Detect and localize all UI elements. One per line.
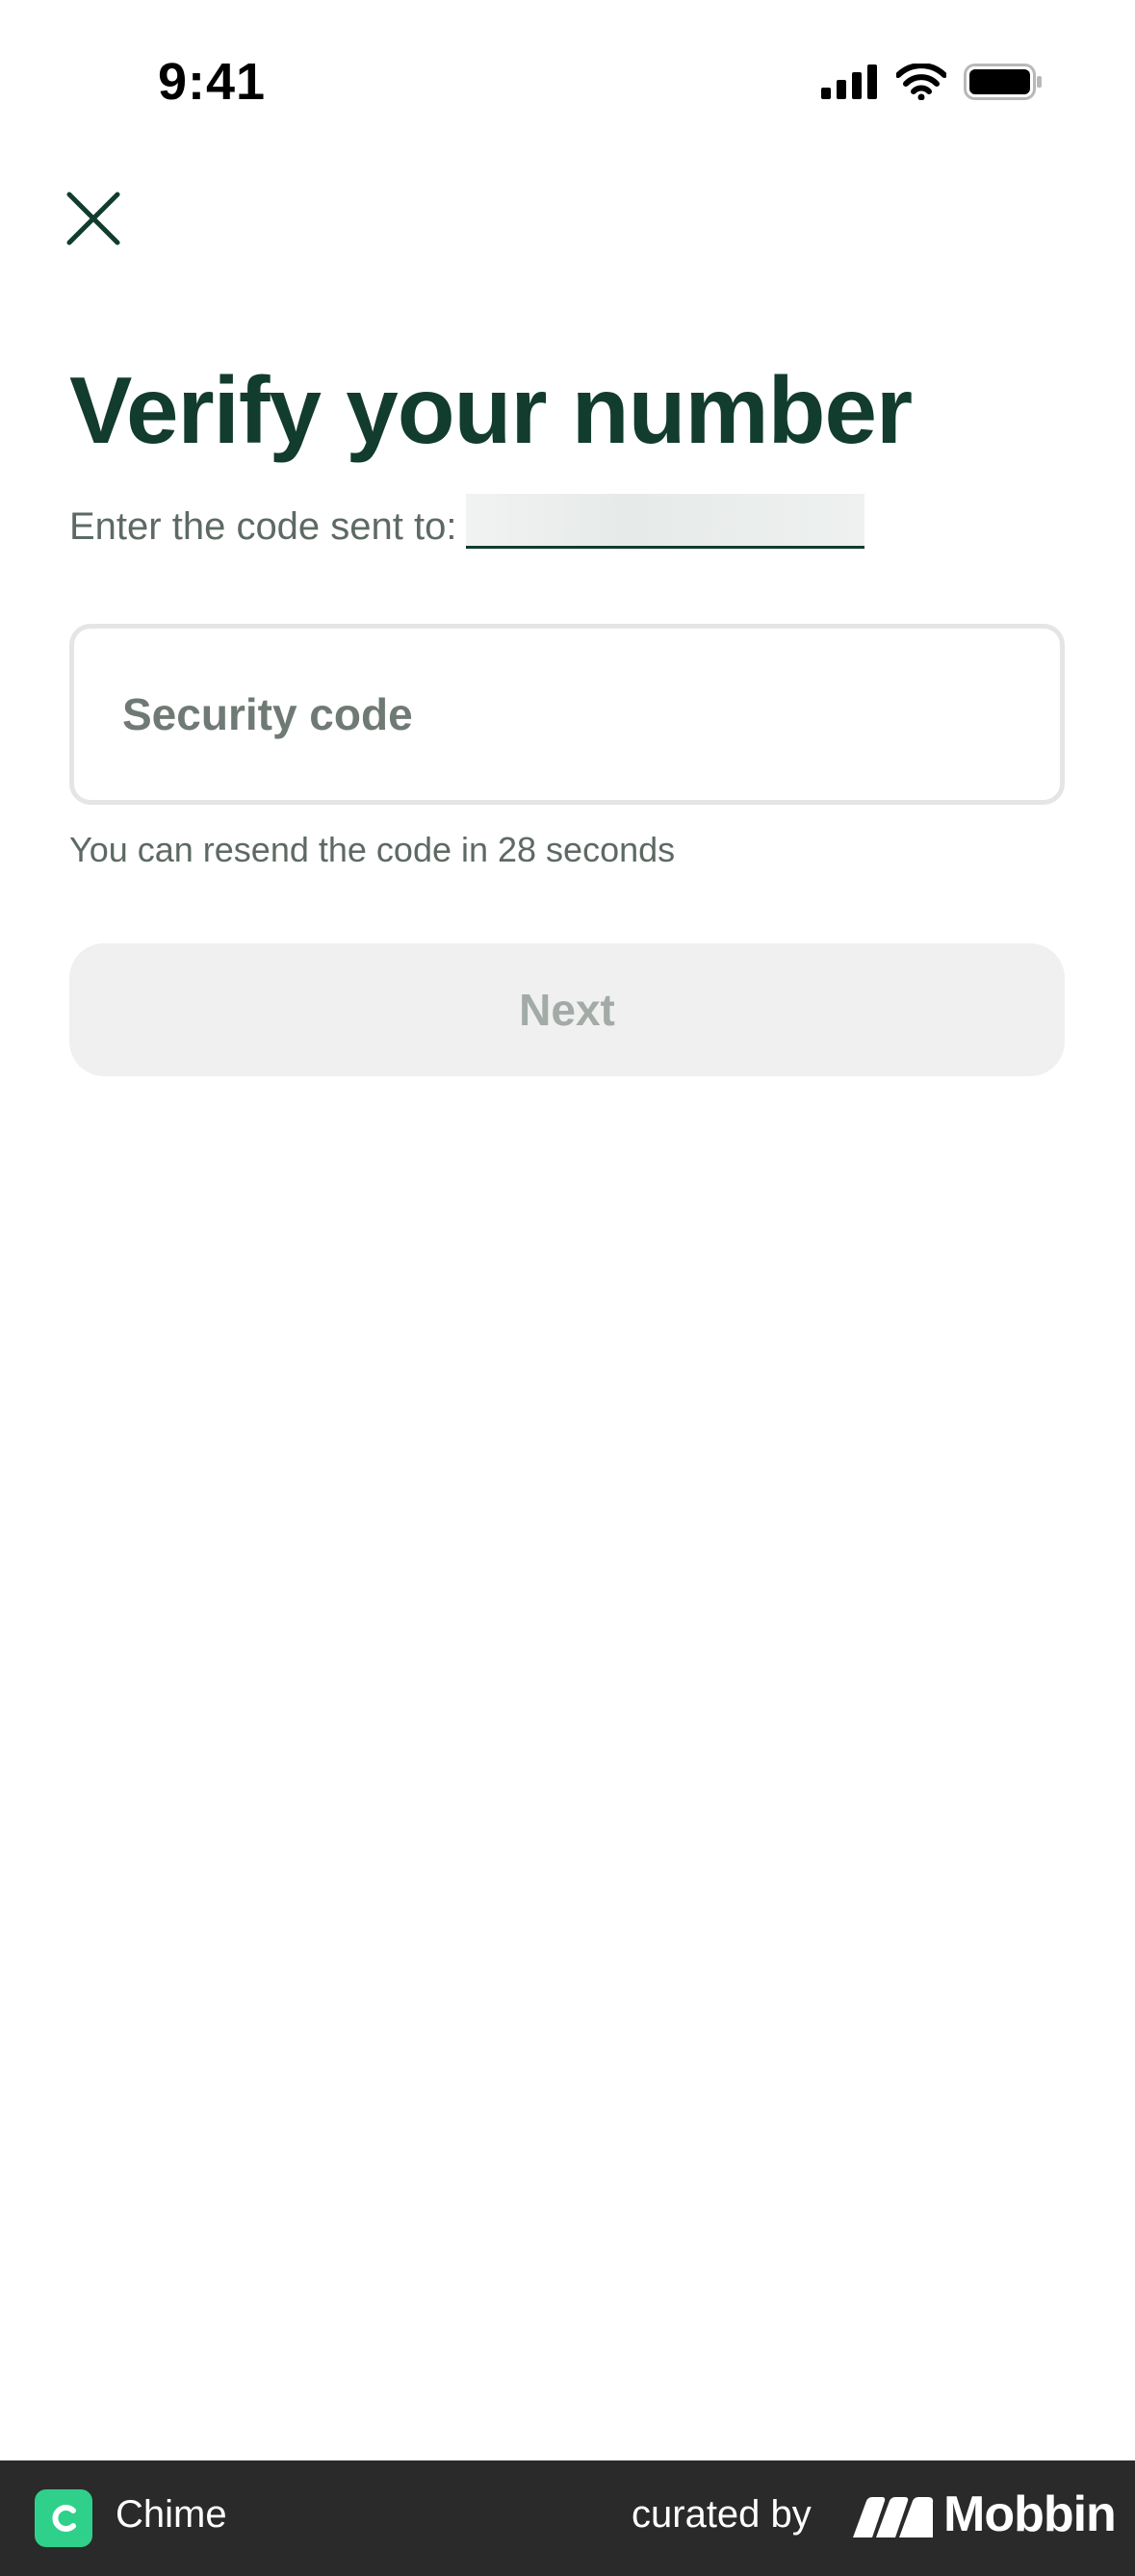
resend-timer-text: You can resend the code in 28 seconds bbox=[69, 830, 676, 869]
subtitle-row: Enter the code sent to: bbox=[69, 494, 865, 549]
cellular-signal-icon bbox=[821, 64, 877, 99]
mobbin-logo-icon bbox=[853, 2497, 934, 2537]
chime-logo-icon bbox=[35, 2489, 92, 2547]
status-icons bbox=[821, 64, 1043, 100]
app-name: Chime bbox=[116, 2493, 227, 2536]
footer-bar: Chime curated by Mobbin bbox=[0, 2460, 1135, 2576]
close-button[interactable] bbox=[64, 189, 123, 248]
curated-by-label: curated by bbox=[632, 2493, 812, 2536]
masked-phone-number bbox=[466, 494, 865, 549]
wifi-icon bbox=[896, 64, 946, 100]
mobbin-brand-name: Mobbin bbox=[943, 2486, 1117, 2542]
page-title: Verify your number bbox=[69, 357, 913, 463]
status-time: 9:41 bbox=[158, 53, 267, 111]
close-icon bbox=[66, 192, 120, 245]
subtitle-text: Enter the code sent to: bbox=[69, 505, 457, 548]
security-code-input[interactable] bbox=[69, 624, 1065, 805]
next-button[interactable]: Next bbox=[69, 943, 1065, 1076]
status-bar: 9:41 bbox=[0, 0, 1135, 164]
battery-icon bbox=[964, 64, 1042, 100]
